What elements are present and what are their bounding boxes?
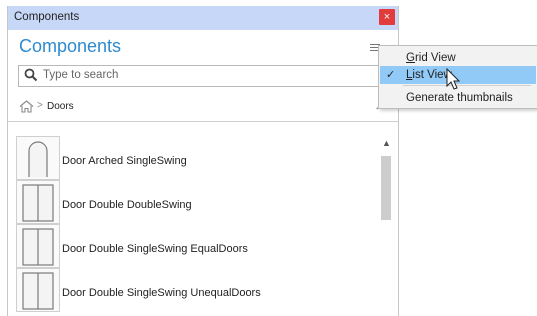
list-item-label: Door Arched SingleSwing	[62, 155, 187, 167]
grid-view-label: rid View	[414, 52, 456, 64]
arched-door-icon	[16, 136, 60, 180]
generate-thumbnails-label: Generate thumbnails	[406, 92, 513, 104]
list-item-label: Door Double SingleSwing EqualDoors	[62, 243, 248, 255]
grid-view-access-key: G	[406, 52, 415, 64]
double-door-icon	[16, 180, 60, 224]
title-bar[interactable]: Components ×	[8, 6, 398, 30]
breadcrumb-item-doors[interactable]: Doors	[47, 101, 74, 112]
divider	[8, 121, 398, 122]
window-title: Components	[14, 11, 80, 23]
check-icon: ✓	[386, 69, 396, 81]
search-icon	[24, 68, 38, 85]
close-button[interactable]: ×	[379, 9, 395, 25]
scrollbar[interactable]: ▲	[379, 138, 393, 316]
list-item[interactable]: Door Double SingleSwing UnequalDoors	[16, 268, 376, 312]
search-box[interactable]	[18, 65, 384, 87]
menu-separator	[403, 85, 531, 86]
list-item[interactable]: Door Double DoubleSwing	[16, 180, 376, 224]
menu-item-grid-view[interactable]: Grid View	[380, 49, 536, 67]
mouse-cursor-icon	[446, 67, 461, 93]
double-door-icon	[16, 268, 60, 312]
list-item-label: Door Double DoubleSwing	[62, 199, 192, 211]
home-icon[interactable]	[19, 100, 34, 116]
panel-heading: Components	[19, 36, 122, 56]
search-input[interactable]	[43, 67, 373, 83]
list-item-label: Door Double SingleSwing UnequalDoors	[62, 287, 261, 299]
list-item[interactable]: Door Arched SingleSwing	[16, 136, 376, 180]
list-item[interactable]: Door Double SingleSwing EqualDoors	[16, 224, 376, 268]
breadcrumb-separator: >	[37, 100, 43, 111]
components-panel: Components × Components > Doors ←	[7, 6, 399, 316]
component-list: Door Arched SingleSwing Door Double Doub…	[16, 136, 376, 312]
scrollbar-thumb[interactable]	[381, 156, 391, 220]
double-door-icon	[16, 224, 60, 268]
scroll-up-icon[interactable]: ▲	[382, 138, 391, 148]
